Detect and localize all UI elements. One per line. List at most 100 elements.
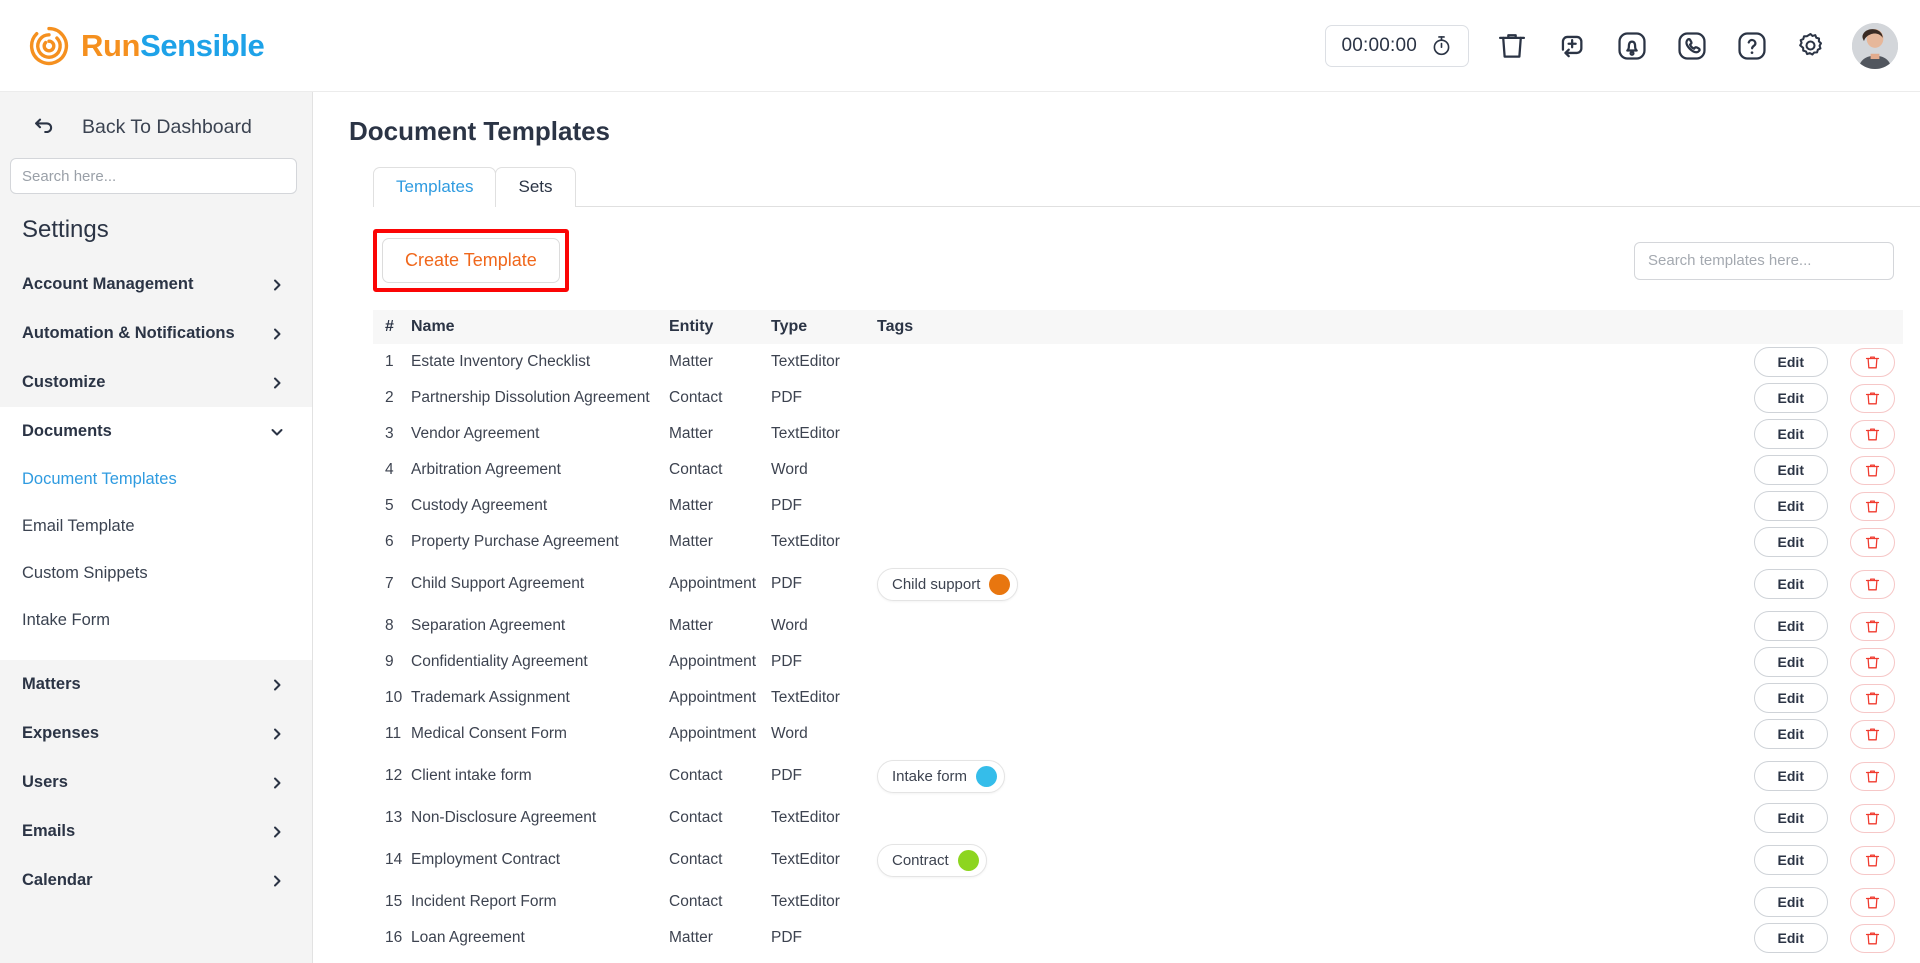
create-template-button[interactable]: Create Template — [382, 238, 560, 283]
table-row: 5 Custody Agreement Matter PDF Edit — [373, 488, 1903, 524]
templates-toolbar: Create Template — [347, 229, 1894, 292]
sidebar-search-input[interactable] — [10, 158, 297, 194]
sidebar-item-document-templates[interactable]: Document Templates — [0, 456, 312, 503]
edit-template-button[interactable]: Edit — [1753, 527, 1828, 557]
delete-template-button[interactable] — [1850, 647, 1895, 677]
delete-icon — [1864, 498, 1881, 515]
sidebar-item-account-management[interactable]: Account Management — [0, 260, 312, 309]
row-template-name: Custody Agreement — [411, 497, 548, 514]
row-template-name: Separation Agreement — [411, 617, 566, 634]
add-task-icon[interactable] — [1555, 29, 1589, 63]
brand-wordmark: RunSensible — [81, 30, 265, 61]
row-type: Word — [771, 725, 808, 742]
delete-template-button[interactable] — [1850, 455, 1895, 485]
chevron-right-icon — [270, 874, 284, 888]
row-actions: Edit — [1723, 719, 1903, 749]
row-template-name: Partnership Dissolution Agreement — [411, 389, 650, 406]
row-template-name: Client intake form — [411, 767, 532, 784]
edit-template-button[interactable]: Edit — [1753, 347, 1828, 377]
edit-template-button[interactable]: Edit — [1753, 383, 1828, 413]
sidebar-item-label: Customize — [22, 373, 106, 391]
tab-templates[interactable]: Templates — [373, 167, 497, 207]
back-arrow-icon — [30, 114, 56, 140]
settings-sidebar: Back To Dashboard Settings Account Manag… — [0, 92, 313, 963]
edit-template-button[interactable]: Edit — [1753, 455, 1828, 485]
phone-icon[interactable] — [1675, 29, 1709, 63]
edit-template-button[interactable]: Edit — [1753, 611, 1828, 641]
delete-icon — [1864, 534, 1881, 551]
row-template-name: Child Support Agreement — [411, 575, 585, 592]
edit-template-button[interactable]: Edit — [1753, 419, 1828, 449]
sidebar-item-label: Documents — [22, 422, 112, 440]
delete-template-button[interactable] — [1850, 923, 1895, 953]
sidebar-item-emails[interactable]: Emails — [0, 807, 312, 856]
trash-icon[interactable] — [1495, 29, 1529, 63]
row-template-name: Medical Consent Form — [411, 725, 567, 742]
delete-template-button[interactable] — [1850, 569, 1895, 599]
sidebar-item-intake-form[interactable]: Intake Form — [0, 597, 312, 644]
row-number: 1 — [385, 353, 394, 370]
sidebar-item-email-template[interactable]: Email Template — [0, 503, 312, 550]
gear-icon[interactable] — [1795, 30, 1826, 61]
edit-template-button[interactable]: Edit — [1753, 803, 1828, 833]
delete-template-button[interactable] — [1850, 761, 1895, 791]
edit-template-button[interactable]: Edit — [1753, 491, 1828, 521]
table-row: 3 Vendor Agreement Matter TextEditor Edit — [373, 416, 1903, 452]
templates-table: # Name Entity Type Tags 1 Estate Inventor… — [373, 310, 1903, 963]
delete-template-button[interactable] — [1850, 347, 1895, 377]
sidebar-item-users[interactable]: Users — [0, 758, 312, 807]
timer-widget[interactable]: 00:00:00 — [1325, 24, 1469, 67]
sidebar-item-matters[interactable]: Matters — [0, 660, 312, 709]
tag-pill: Child support — [877, 567, 1019, 601]
table-row: 13 Non-Disclosure Agreement Contact TextEdi… — [373, 800, 1903, 836]
delete-template-button[interactable] — [1850, 845, 1895, 875]
delete-template-button[interactable] — [1850, 491, 1895, 521]
tag-pill: Contract — [877, 843, 987, 877]
sidebar-item-automation-notifications[interactable]: Automation & Notifications — [0, 309, 312, 358]
delete-template-button[interactable] — [1850, 383, 1895, 413]
sidebar-item-customize[interactable]: Customize — [0, 358, 312, 407]
table-row: 15 Incident Report Form Contact TextEditor E… — [373, 884, 1903, 920]
row-actions: Edit — [1723, 683, 1903, 713]
chevron-right-icon — [270, 678, 284, 692]
edit-template-button[interactable]: Edit — [1753, 683, 1828, 713]
delete-template-button[interactable] — [1850, 683, 1895, 713]
help-icon[interactable] — [1735, 29, 1769, 63]
edit-template-button[interactable]: Edit — [1753, 923, 1828, 953]
table-row: 10 Trademark Assignment Appointment TextEdi… — [373, 680, 1903, 716]
delete-template-button[interactable] — [1850, 527, 1895, 557]
main-content: Document Templates Templates Sets Create… — [313, 92, 1920, 963]
edit-template-button[interactable]: Edit — [1753, 569, 1828, 599]
table-body: 1 Estate Inventory Checklist Matter TextEdi… — [373, 344, 1903, 963]
tab-sets[interactable]: Sets — [495, 167, 576, 207]
row-actions: Edit — [1723, 761, 1903, 791]
runsensible-logo-icon — [28, 25, 70, 67]
templates-search-input[interactable] — [1634, 241, 1894, 280]
sidebar-item-documents[interactable]: Documents — [0, 407, 312, 456]
sidebar-item-custom-snippets[interactable]: Custom Snippets — [0, 550, 312, 597]
delete-template-button[interactable] — [1850, 611, 1895, 641]
edit-template-button[interactable]: Edit — [1753, 845, 1828, 875]
delete-template-button[interactable] — [1850, 887, 1895, 917]
edit-template-button[interactable]: Edit — [1753, 647, 1828, 677]
sidebar-item-calendar[interactable]: Calendar — [0, 856, 312, 905]
sidebar-item-label: Calendar — [22, 871, 93, 889]
row-number: 14 — [385, 851, 403, 868]
delete-template-button[interactable] — [1850, 719, 1895, 749]
row-actions: Edit — [1723, 611, 1903, 641]
edit-template-button[interactable]: Edit — [1753, 887, 1828, 917]
delete-icon — [1864, 852, 1881, 869]
app-logo[interactable]: RunSensible — [28, 25, 265, 67]
edit-template-button[interactable]: Edit — [1753, 761, 1828, 791]
delete-template-button[interactable] — [1850, 803, 1895, 833]
tag-color-dot — [989, 573, 1011, 595]
row-template-name: Employment Contract — [411, 851, 561, 868]
user-avatar[interactable] — [1852, 22, 1898, 69]
sidebar-item-expenses[interactable]: Expenses — [0, 709, 312, 758]
notification-bell-icon[interactable] — [1615, 29, 1649, 63]
edit-template-button[interactable]: Edit — [1753, 719, 1828, 749]
table-row: 16 Loan Agreement Matter PDF Edit — [373, 920, 1903, 956]
back-to-dashboard-button[interactable]: Back To Dashboard — [0, 92, 312, 158]
table-row: 1 Estate Inventory Checklist Matter TextEdi… — [373, 344, 1903, 380]
delete-template-button[interactable] — [1850, 419, 1895, 449]
